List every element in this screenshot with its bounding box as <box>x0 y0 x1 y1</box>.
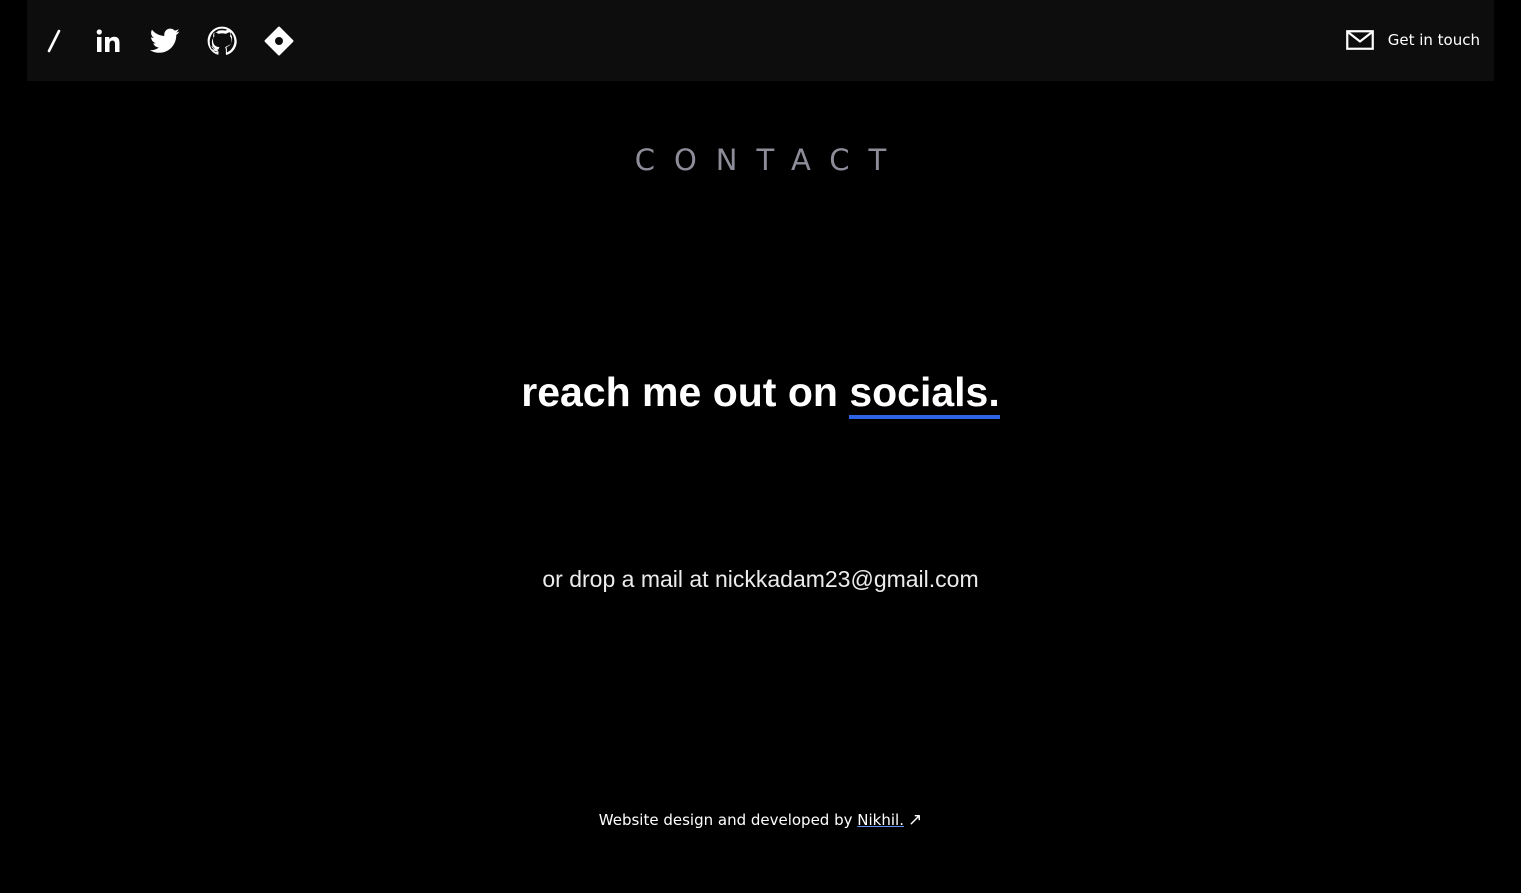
linkedin-icon[interactable] <box>92 25 124 57</box>
mail-line[interactable]: or drop a mail at nickkadam23@gmail.com <box>0 566 1521 593</box>
section-heading: CONTACT <box>634 143 906 177</box>
headline: reach me out on socials. <box>0 369 1521 419</box>
get-in-touch-button[interactable]: Get in touch <box>1345 0 1480 79</box>
github-icon[interactable] <box>206 25 238 57</box>
footer-text: Website design and developed by <box>598 811 858 829</box>
twitter-icon[interactable] <box>149 25 181 57</box>
portfolio-icon[interactable] <box>263 25 295 57</box>
social-links <box>44 0 320 81</box>
arrow-up-right-icon[interactable]: ↗ <box>908 810 922 830</box>
socials-link[interactable]: socials. <box>849 369 1000 419</box>
get-in-touch-label: Get in touch <box>1387 30 1480 49</box>
author-link[interactable]: Nikhil. <box>857 811 904 829</box>
footer: Website design and developed by Nikhil. ↗ <box>0 810 1521 830</box>
top-navigation-bar: Get in touch <box>27 0 1494 81</box>
mail-icon <box>1345 29 1374 50</box>
headline-prefix: reach me out on <box>521 369 850 415</box>
slash-icon[interactable] <box>44 25 64 57</box>
